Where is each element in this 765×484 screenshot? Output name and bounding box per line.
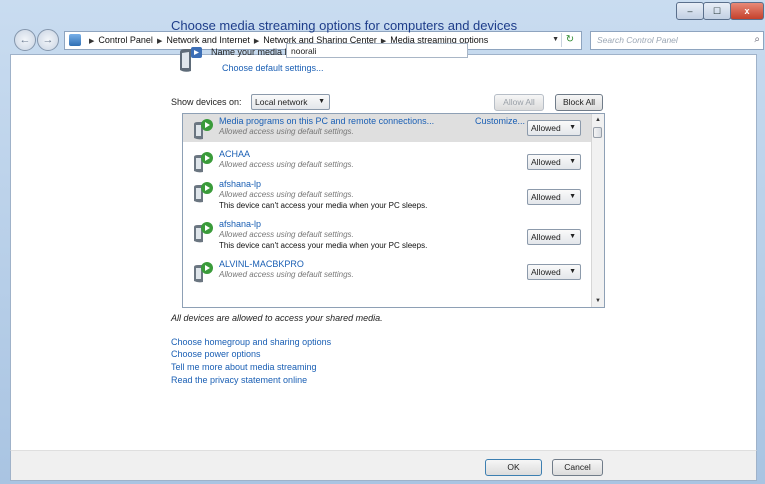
breadcrumb-separator[interactable]: ▶: [254, 38, 259, 45]
show-devices-label: Show devices on:: [171, 97, 242, 107]
media-device-icon: [194, 119, 213, 140]
scroll-thumb[interactable]: [593, 127, 602, 138]
access-dropdown[interactable]: Allowed ▼: [527, 264, 581, 280]
device-row[interactable]: afshana-lp Allowed access using default s…: [183, 177, 591, 217]
library-name-input[interactable]: noorali: [286, 43, 468, 58]
chevron-down-icon: ▼: [569, 193, 576, 200]
refresh-icon[interactable]: ↻: [561, 33, 578, 47]
access-value: Allowed: [531, 123, 561, 133]
device-name[interactable]: ACHAA: [219, 149, 250, 159]
scroll-down-icon[interactable]: ▼: [592, 295, 604, 307]
device-name[interactable]: ALVINL-MACBKPRO: [219, 259, 304, 269]
device-row[interactable]: ACHAA Allowed access using default settin…: [183, 147, 591, 177]
device-row[interactable]: Media programs on this PC and remote con…: [183, 114, 591, 142]
all-devices-note: All devices are allowed to access your s…: [171, 313, 383, 323]
device-status: Allowed access using default settings.: [219, 160, 354, 169]
device-name[interactable]: Media programs on this PC and remote con…: [219, 116, 434, 126]
breadcrumb-separator[interactable]: ▶: [157, 38, 162, 45]
chevron-down-icon: ▼: [569, 124, 576, 131]
device-status: Allowed access using default settings.: [219, 190, 354, 199]
media-device-icon: [194, 222, 213, 243]
chevron-down-icon: ▼: [569, 158, 576, 165]
back-button[interactable]: ←: [14, 29, 36, 51]
device-name[interactable]: afshana-lp: [219, 219, 261, 229]
homegroup-sharing-link[interactable]: Choose homegroup and sharing options: [171, 337, 331, 347]
device-row[interactable]: afshana-lp Allowed access using default s…: [183, 217, 591, 257]
media-library-icon: [180, 47, 202, 72]
chevron-down-icon: ▼: [569, 233, 576, 240]
chevron-down-icon: ▼: [318, 98, 325, 105]
address-dropdown-icon[interactable]: ▼: [552, 36, 559, 43]
choose-default-settings-link[interactable]: Choose default settings...: [222, 63, 324, 73]
device-sleep-note: This device can't access your media when…: [219, 201, 428, 210]
footer-bar: [10, 450, 757, 481]
media-streaming-info-link[interactable]: Tell me more about media streaming: [171, 362, 317, 372]
scroll-up-icon[interactable]: ▲: [592, 114, 604, 126]
allow-all-button[interactable]: Allow All: [494, 94, 544, 111]
access-dropdown[interactable]: Allowed ▼: [527, 229, 581, 245]
search-input[interactable]: Search Control Panel: [597, 32, 678, 49]
device-status: Allowed access using default settings.: [219, 270, 354, 279]
cancel-button[interactable]: Cancel: [552, 459, 603, 476]
access-dropdown[interactable]: Allowed ▼: [527, 154, 581, 170]
privacy-statement-link[interactable]: Read the privacy statement online: [171, 375, 307, 385]
ok-button[interactable]: OK: [485, 459, 542, 476]
device-row[interactable]: ALVINL-MACBKPRO Allowed access using defa…: [183, 257, 591, 297]
access-value: Allowed: [531, 267, 561, 277]
access-value: Allowed: [531, 157, 561, 167]
device-name[interactable]: afshana-lp: [219, 179, 261, 189]
device-status: Allowed access using default settings.: [219, 127, 354, 136]
access-value: Allowed: [531, 192, 561, 202]
control-panel-icon: [69, 34, 81, 46]
show-devices-dropdown[interactable]: Local network ▼: [251, 94, 330, 110]
show-devices-value: Local network: [255, 97, 308, 107]
maximize-button[interactable]: ☐: [703, 2, 731, 20]
device-list[interactable]: Media programs on this PC and remote con…: [182, 113, 605, 308]
search-box[interactable]: Search Control Panel ⌕: [590, 31, 764, 50]
minimize-button[interactable]: –: [676, 2, 704, 20]
device-sleep-note: This device can't access your media when…: [219, 241, 428, 250]
close-button[interactable]: x: [730, 2, 764, 20]
page-title: Choose media streaming options for compu…: [171, 18, 518, 33]
block-all-button[interactable]: Block All: [555, 94, 603, 111]
power-options-link[interactable]: Choose power options: [171, 349, 261, 359]
access-value: Allowed: [531, 232, 561, 242]
media-device-icon: [194, 262, 213, 283]
chevron-down-icon: ▼: [569, 268, 576, 275]
customize-link[interactable]: Customize...: [475, 116, 525, 126]
access-dropdown[interactable]: Allowed ▼: [527, 189, 581, 205]
search-icon[interactable]: ⌕: [754, 34, 760, 45]
breadcrumb-control-panel[interactable]: Control Panel: [98, 35, 153, 45]
media-device-icon: [194, 152, 213, 173]
media-device-icon: [194, 182, 213, 203]
access-dropdown[interactable]: Allowed ▼: [527, 120, 581, 136]
device-list-scrollbar[interactable]: ▲ ▼: [591, 114, 604, 307]
breadcrumb-separator: ▶: [89, 38, 95, 45]
device-status: Allowed access using default settings.: [219, 230, 354, 239]
forward-button[interactable]: →: [37, 29, 59, 51]
